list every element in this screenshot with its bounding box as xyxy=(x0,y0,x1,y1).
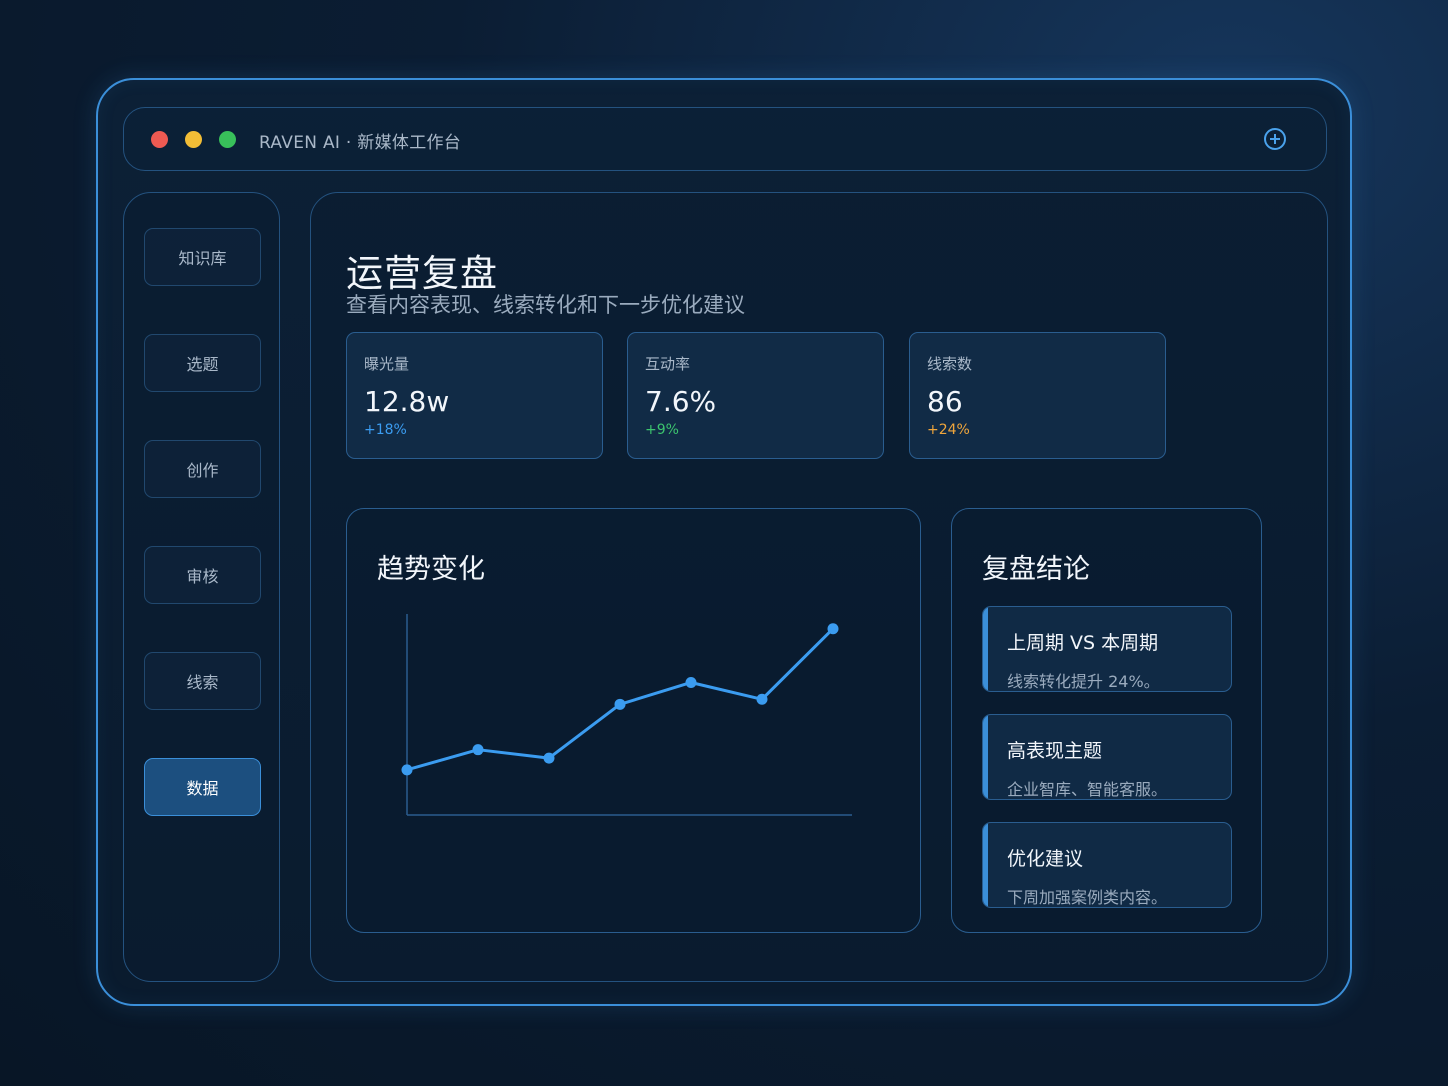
data-point xyxy=(543,752,555,764)
card-accent-bar xyxy=(983,607,988,691)
sidebar-item-label: 创作 xyxy=(186,461,219,480)
close-window-button[interactable] xyxy=(151,131,168,148)
sidebar-item-review[interactable]: 审核 xyxy=(144,546,261,604)
conclusion-title: 复盘结论 xyxy=(982,554,1090,585)
kpi-value: 7.6% xyxy=(645,385,717,418)
kpi-delta: +9% xyxy=(645,422,679,438)
card-text: 企业智库、智能客服。 xyxy=(1007,780,1168,799)
kpi-value: 12.8w xyxy=(364,385,450,418)
kpi-label: 互动率 xyxy=(645,355,691,373)
sidebar: 知识库 选题 创作 审核 线索 数据 xyxy=(123,192,280,982)
card-accent-bar xyxy=(983,823,988,907)
kpi-card-impressions[interactable]: 曝光量 12.8w +18% xyxy=(346,332,603,459)
kpi-delta: +18% xyxy=(364,422,407,438)
minimize-window-button[interactable] xyxy=(185,131,202,148)
sidebar-item-label: 审核 xyxy=(186,567,219,586)
kpi-delta: +24% xyxy=(927,422,970,438)
plus-circle-icon[interactable] xyxy=(1264,128,1286,150)
trend-panel: 趋势变化 xyxy=(346,508,921,933)
kpi-value: 86 xyxy=(927,385,963,418)
sidebar-item-topics[interactable]: 选题 xyxy=(144,334,261,392)
sidebar-item-knowledge-base[interactable]: 知识库 xyxy=(144,228,261,286)
page-subtitle: 查看内容表现、线索转化和下一步优化建议 xyxy=(346,293,745,317)
conclusion-card-top-topics[interactable]: 高表现主题 企业智库、智能客服。 xyxy=(982,714,1232,800)
sidebar-item-data[interactable]: 数据 xyxy=(144,758,261,816)
kpi-label: 线索数 xyxy=(927,355,973,373)
sidebar-item-label: 知识库 xyxy=(178,249,227,268)
title-bar: RAVEN AI · 新媒体工作台 xyxy=(123,107,1327,171)
maximize-window-button[interactable] xyxy=(219,131,236,148)
sidebar-item-create[interactable]: 创作 xyxy=(144,440,261,498)
card-text: 下周加强案例类内容。 xyxy=(1007,888,1168,907)
data-point xyxy=(401,764,413,776)
sidebar-item-label: 线索 xyxy=(186,673,219,692)
card-text: 线索转化提升 24%。 xyxy=(1007,672,1160,691)
app-window: RAVEN AI · 新媒体工作台 知识库 选题 创作 审核 线索 数据 运营复… xyxy=(96,78,1352,1006)
conclusion-card-suggestion[interactable]: 优化建议 下周加强案例类内容。 xyxy=(982,822,1232,908)
conclusion-panel: 复盘结论 上周期 VS 本周期 线索转化提升 24%。 高表现主题 企业智库、智… xyxy=(951,508,1262,933)
sidebar-item-label: 选题 xyxy=(186,355,219,374)
card-accent-bar xyxy=(983,715,988,799)
kpi-label: 曝光量 xyxy=(364,355,410,373)
data-point xyxy=(472,744,484,756)
card-title: 高表现主题 xyxy=(1007,740,1103,762)
kpi-card-engagement-rate[interactable]: 互动率 7.6% +9% xyxy=(627,332,884,459)
sidebar-item-label: 数据 xyxy=(186,779,219,798)
kpi-card-leads[interactable]: 线索数 86 +24% xyxy=(909,332,1166,459)
data-point xyxy=(614,698,626,710)
data-point xyxy=(756,693,768,705)
data-point xyxy=(827,623,839,635)
conclusion-card-comparison[interactable]: 上周期 VS 本周期 线索转化提升 24%。 xyxy=(982,606,1232,692)
sidebar-item-leads[interactable]: 线索 xyxy=(144,652,261,710)
app-title: RAVEN AI · 新媒体工作台 xyxy=(259,133,462,153)
main-content: 运营复盘 查看内容表现、线索转化和下一步优化建议 曝光量 12.8w +18% … xyxy=(310,192,1328,982)
trend-line-chart xyxy=(401,614,852,816)
card-title: 优化建议 xyxy=(1007,848,1084,870)
card-title: 上周期 VS 本周期 xyxy=(1007,632,1159,654)
data-point xyxy=(685,676,697,688)
